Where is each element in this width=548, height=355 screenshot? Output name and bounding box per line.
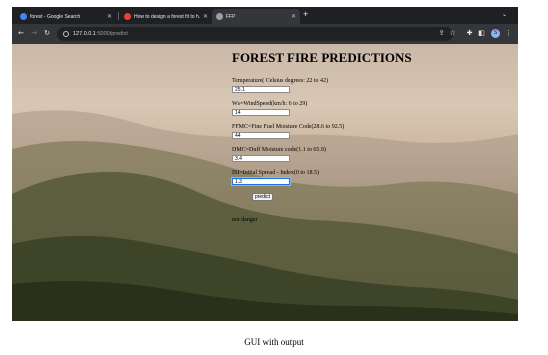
temperature-label: Temperature( Celsius degrees: 22 to 42) xyxy=(232,78,329,84)
tab-strip: forest - Google Search ✕ How to design a… xyxy=(12,7,518,24)
avatar[interactable]: S xyxy=(491,29,500,38)
tab-title: How to design a forest fit to h... xyxy=(134,13,200,20)
tab-design-forest[interactable]: How to design a forest fit to h... ✕ xyxy=(120,9,212,24)
youtube-favicon-icon xyxy=(124,13,131,20)
toolbar: ← → ↻ 127.0.0.1:5000/predict ⇪ ☆ ✚ ◧ S ⋮ xyxy=(12,24,518,44)
page-title: FOREST FIRE PREDICTIONS xyxy=(232,50,412,65)
windspeed-label: Ws=WindSpeed(km/h: 6 to 29) xyxy=(232,101,308,107)
url-path: :5000/predict xyxy=(95,31,128,37)
windspeed-input[interactable]: 14 xyxy=(232,109,290,116)
close-icon[interactable]: ✕ xyxy=(203,14,208,20)
chevron-down-icon[interactable]: ⌄ xyxy=(502,11,507,18)
tab-title: FFP xyxy=(226,13,236,20)
side-panel-icon[interactable]: ◧ xyxy=(477,29,486,38)
isi-input[interactable]: 1.3 xyxy=(232,178,290,185)
tab-ffp[interactable]: FFP ✕ xyxy=(212,9,300,24)
puzzle-icon[interactable]: ✚ xyxy=(465,29,474,38)
close-icon[interactable]: ✕ xyxy=(107,14,112,20)
page-viewport: FOREST FIRE PREDICTIONS Temperature( Cel… xyxy=(12,44,518,321)
isi-label: ISI=Initial Spread - Index(0 to 18.5) xyxy=(232,170,320,176)
temperature-input[interactable]: 25.1 xyxy=(232,86,290,93)
share-icon[interactable]: ⇪ xyxy=(437,29,446,38)
dmc-input[interactable]: 3.4 xyxy=(232,155,290,162)
tab-google-search[interactable]: forest - Google Search ✕ xyxy=(16,9,116,24)
close-icon[interactable]: ✕ xyxy=(291,14,296,20)
tab-title: forest - Google Search xyxy=(30,13,81,20)
url-host: 127.0.0.1 xyxy=(73,31,96,37)
prediction-result: not danger xyxy=(232,217,258,223)
browser-window: forest - Google Search ✕ How to design a… xyxy=(12,7,518,321)
star-icon[interactable]: ☆ xyxy=(448,29,457,38)
reload-icon[interactable]: ↻ xyxy=(42,28,52,38)
site-info-icon[interactable] xyxy=(63,31,69,37)
address-bar[interactable]: 127.0.0.1:5000/predict xyxy=(57,27,453,41)
kebab-menu-icon[interactable]: ⋮ xyxy=(504,29,513,38)
predict-button[interactable]: predict xyxy=(252,193,273,201)
ffmc-input[interactable]: 44 xyxy=(232,132,290,139)
ffmc-label: FFMC=Fine Fuel Moisture Code(28.6 to 92.… xyxy=(232,124,345,130)
figure-caption: GUI with output xyxy=(244,337,304,347)
globe-favicon-icon xyxy=(216,13,223,20)
tab-divider xyxy=(118,12,119,20)
dmc-label: DMC=Duff Moisture code(1.1 to 65.9) xyxy=(232,147,326,153)
back-arrow-icon[interactable]: ← xyxy=(16,28,26,38)
google-favicon-icon xyxy=(20,13,27,20)
forward-arrow-icon[interactable]: → xyxy=(29,28,39,38)
url-text: 127.0.0.1:5000/predict xyxy=(73,31,128,37)
plus-icon[interactable]: + xyxy=(303,10,308,19)
